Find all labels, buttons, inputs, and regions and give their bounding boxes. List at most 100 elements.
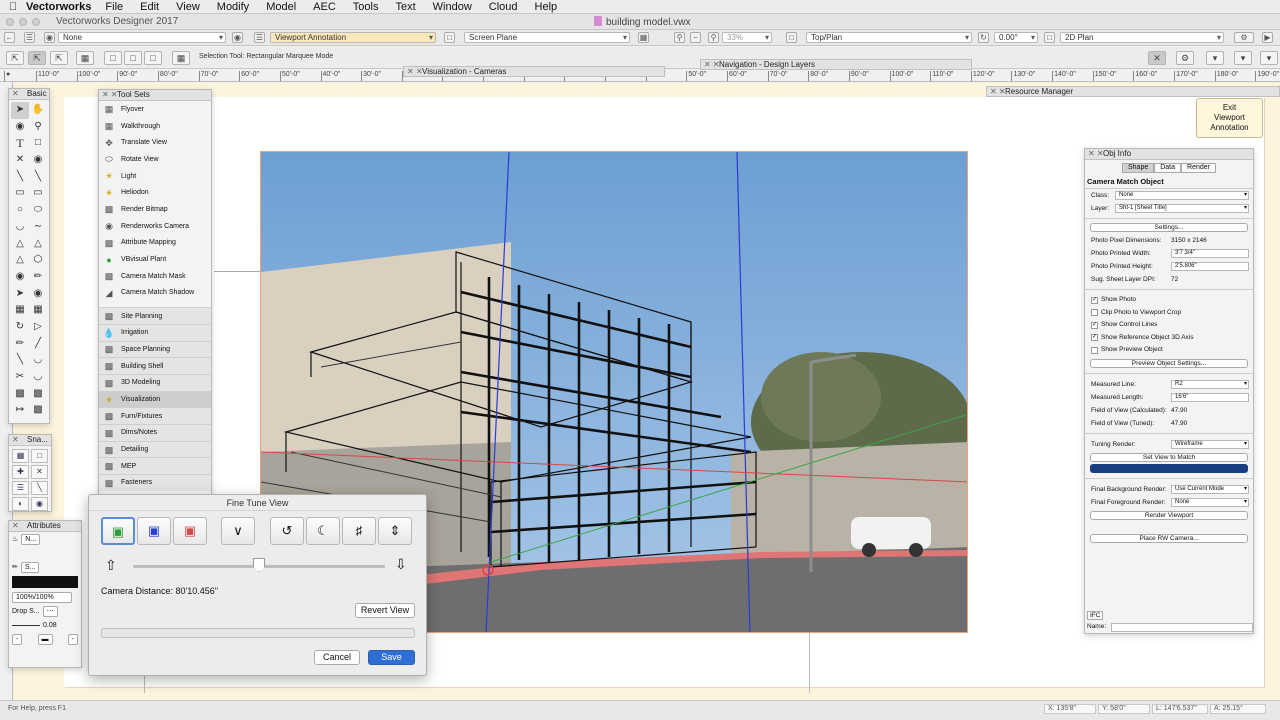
close-icon[interactable]: ✕ ✕	[704, 60, 720, 69]
menu-aec[interactable]: AEC	[313, 1, 336, 13]
dimension-tool-icon[interactable]: ✕	[11, 152, 29, 169]
checkbox-checked[interactable]: ✓	[1091, 296, 1098, 304]
double-polyline-tool-icon[interactable]: △	[29, 236, 47, 253]
printed-height-field[interactable]: 2'5.806"	[1171, 262, 1249, 271]
set-space-planning[interactable]: ▩ Space Planning	[99, 340, 211, 358]
standard-view-icon[interactable]: ▦	[638, 32, 649, 43]
apple-icon[interactable]: 	[0, 1, 26, 13]
disable-resize-icon[interactable]: ▦	[76, 51, 94, 65]
object-info-title[interactable]: ✕ ✕ Obj Info	[1085, 149, 1253, 160]
orbit-horizontal-button[interactable]: ↺	[270, 517, 304, 545]
active-layer-dropdown[interactable]: Viewport Annotation	[270, 32, 436, 43]
checkbox-checked[interactable]: ✓	[1091, 321, 1098, 329]
tool-attribute-mapping[interactable]: ▩ Attribute Mapping	[99, 235, 211, 252]
layer-icon[interactable]: ☰	[254, 32, 265, 43]
set-visualization[interactable]: ☀ Visualization	[99, 390, 211, 408]
rotate-plan-icon[interactable]: ↻	[978, 32, 989, 43]
active-class-dropdown[interactable]: None	[58, 32, 226, 43]
duplicate-tool-icon[interactable]: ▦	[29, 302, 47, 319]
snap-tangent-icon[interactable]: ╲	[31, 481, 48, 495]
tool-vbvisual-plant[interactable]: ● VBvisual Plant	[99, 251, 211, 268]
field-of-view-button[interactable]: ∨	[221, 517, 255, 545]
final-background-dropdown[interactable]: Use Current Mode	[1171, 484, 1249, 494]
show-reference-axis-checkbox[interactable]: ✓ Show Reference Object 3D Axis	[1085, 332, 1253, 345]
place-rw-camera-button[interactable]: Place RW Camera...	[1090, 533, 1248, 543]
pen-dropdown[interactable]: S...	[20, 561, 40, 573]
line-weight-value[interactable]: 0.08	[43, 622, 57, 629]
snap-object-icon[interactable]: □	[31, 449, 48, 463]
menu-text[interactable]: Text	[395, 1, 415, 13]
snap-intersection-icon[interactable]: ✕	[31, 465, 48, 479]
menu-file[interactable]: File	[105, 1, 123, 13]
snap-palette-title[interactable]: ✕ Sna...	[9, 435, 51, 446]
attributes-title[interactable]: ✕ Attributes	[9, 521, 81, 532]
clip-tool-icon[interactable]: ✂	[11, 369, 29, 386]
resource-manager-bar[interactable]: ✕ ✕ Resource Manager	[986, 86, 1280, 97]
rounded-rect-tool-icon[interactable]: ▭	[29, 185, 47, 202]
polygon-tool-icon[interactable]: △	[11, 252, 29, 269]
show-control-lines-checkbox[interactable]: ✓ Show Control Lines	[1085, 319, 1253, 332]
spiral-tool-icon[interactable]: ◉	[11, 269, 29, 286]
oval-tool-icon[interactable]: ⬭	[29, 202, 47, 219]
snap-grid-icon[interactable]: ▦	[12, 449, 29, 463]
chamfer-tool-icon[interactable]: ╱	[29, 336, 47, 353]
tool-rotate-view[interactable]: ⬭ Rotate View	[99, 151, 211, 168]
connect-tool-icon[interactable]: ◡	[29, 369, 47, 386]
snap-distance-icon[interactable]: ☰	[12, 481, 29, 495]
set-detailing[interactable]: ▩ Detailing	[99, 440, 211, 458]
dolly-button[interactable]: ⇕	[378, 517, 412, 545]
close-icon[interactable]: ✕ ✕	[1088, 149, 1104, 159]
tool-sets-title[interactable]: ✕ ✕ Tool Sets	[99, 90, 211, 101]
move-out-icon[interactable]: ⇩	[395, 556, 407, 573]
checkbox-unchecked[interactable]	[1091, 346, 1098, 354]
app-menu[interactable]: Vectorworks	[26, 1, 91, 13]
set-fasteners[interactable]: ▩ Fasteners	[99, 474, 211, 491]
regular-polygon-tool-icon[interactable]: ⬡	[29, 252, 47, 269]
working-plane-dropdown[interactable]: Screen Plane	[464, 32, 630, 43]
show-photo-checkbox[interactable]: ✓ Show Photo	[1085, 294, 1253, 307]
mirror-tool-icon[interactable]: ▷	[29, 319, 47, 336]
menu-cloud[interactable]: Cloud	[489, 1, 518, 13]
close-icon[interactable]: ✕	[12, 521, 19, 531]
snap-point-icon[interactable]: ◐	[12, 497, 29, 511]
perspective-red-button[interactable]: ▣	[173, 517, 207, 545]
clip-photo-checkbox[interactable]: Clip Photo to Viewport Crop	[1085, 307, 1253, 320]
fill-dropdown[interactable]: N...	[21, 533, 41, 545]
preferences-icon[interactable]: ▦	[172, 51, 190, 65]
circle-tool-icon[interactable]: ○	[11, 202, 29, 219]
drop-shadow-button[interactable]: ⋯	[42, 605, 58, 617]
move-in-icon[interactable]: ⇧	[105, 557, 117, 574]
menu-edit[interactable]: Edit	[140, 1, 159, 13]
menu-tools[interactable]: Tools	[353, 1, 379, 13]
flyover-tool-icon[interactable]: ◉	[11, 119, 29, 136]
window-controls[interactable]	[6, 18, 40, 26]
cancel-button[interactable]: Cancel	[314, 650, 360, 665]
split-tool-icon[interactable]: ╲	[11, 352, 29, 369]
zoom-dropdown[interactable]: 33%	[722, 32, 772, 43]
zoom-tool-icon[interactable]: ⚲	[29, 119, 47, 136]
render-viewport-button[interactable]: Render Viewport	[1090, 510, 1248, 520]
checkbox-unchecked[interactable]	[1091, 309, 1098, 317]
lasso-icon[interactable]: ⇱	[50, 51, 68, 65]
class-visibility-icon[interactable]: ◉	[44, 32, 55, 43]
layer-dropdown[interactable]: Sht-1 [Sheet Title]	[1115, 204, 1249, 213]
tool-renderworks-camera[interactable]: ◉ Renderworks Camera	[99, 218, 211, 235]
tool-flyover[interactable]: ▦ Flyover	[99, 101, 211, 118]
measured-line-dropdown[interactable]: R2	[1171, 379, 1249, 389]
roll-button[interactable]: ♯	[342, 517, 376, 545]
revert-view-button[interactable]: Revert View	[355, 603, 415, 618]
exit-viewport-annotation-button[interactable]: Exit Viewport Annotation	[1196, 98, 1263, 138]
tool-render-bitmap[interactable]: ▩ Render Bitmap	[99, 201, 211, 218]
tool-camera-match-mask[interactable]: ▩ Camera Match Mask	[99, 268, 211, 285]
class-icon[interactable]: ☰	[24, 32, 35, 43]
mirror-tool-2-icon[interactable]: ▩	[11, 386, 29, 403]
rectangle-tool-icon[interactable]: ▭	[11, 185, 29, 202]
set-3d-modeling[interactable]: ▩ 3D Modeling	[99, 374, 211, 391]
layer-options-icon[interactable]: ▾	[1234, 51, 1252, 65]
set-mep[interactable]: ▩ MEP	[99, 457, 211, 475]
measured-length-field[interactable]: 16'6"	[1171, 392, 1249, 402]
plan-rotation-field[interactable]: 0.00°	[994, 32, 1038, 43]
class-dropdown[interactable]: None	[1115, 191, 1249, 200]
projection-icon[interactable]: ⚙	[1234, 32, 1254, 43]
set-furn-fixtures[interactable]: ▩ Furn/Fixtures	[99, 407, 211, 425]
